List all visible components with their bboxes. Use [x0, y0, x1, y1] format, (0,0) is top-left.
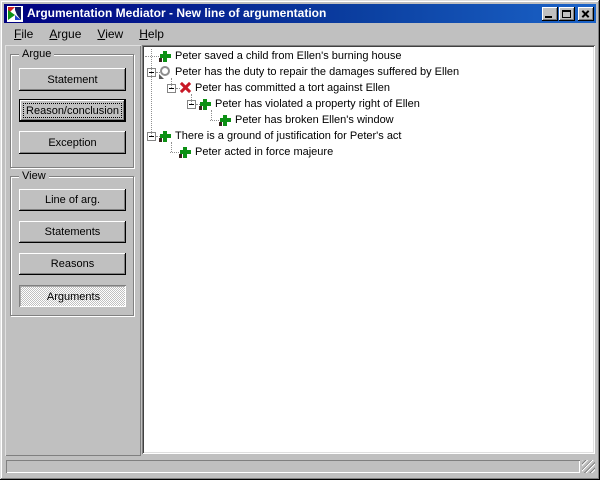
maximize-button[interactable]: [559, 6, 575, 21]
tree-row[interactable]: Peter acted in force majeure: [144, 144, 593, 160]
tree-item-label[interactable]: Peter has violated a property right of E…: [215, 97, 420, 111]
argument-tree-view[interactable]: Peter saved a child from Ellen's burning…: [142, 45, 595, 454]
statement-button[interactable]: Statement: [19, 68, 126, 91]
tree-connector-line: [171, 78, 173, 88]
group-argue-label: Argue: [19, 48, 55, 61]
tree-connector-line: [191, 94, 193, 104]
pro-plus-icon: [159, 129, 172, 142]
title-bar[interactable]: Argumentation Mediator - New line of arg…: [4, 4, 596, 23]
tree-row[interactable]: Peter has committed a tort against Ellen: [144, 80, 593, 96]
tree-item-label[interactable]: Peter has broken Ellen's window: [235, 113, 394, 127]
menu-bar: File Argue View Help: [4, 23, 596, 44]
tree-item-label[interactable]: Peter has the duty to repair the damages…: [175, 65, 459, 79]
resize-grip-icon[interactable]: [582, 460, 595, 473]
tree-row[interactable]: There is a ground of justification for P…: [144, 128, 593, 144]
app-window: Argumentation Mediator - New line of arg…: [0, 0, 600, 480]
tree-item-label[interactable]: Peter acted in force majeure: [195, 145, 333, 159]
menu-item-help[interactable]: Help: [131, 25, 172, 43]
pro-plus-icon: [159, 49, 172, 62]
statements-button[interactable]: Statements: [19, 221, 126, 243]
app-icon: [7, 5, 23, 22]
arguments-button[interactable]: Arguments: [19, 285, 126, 307]
con-x-icon: [179, 81, 192, 94]
tree-item-label[interactable]: Peter has committed a tort against Ellen: [195, 81, 390, 95]
window-controls: [541, 6, 594, 21]
menu-item-argue[interactable]: Argue: [41, 25, 89, 43]
tree-item-label[interactable]: Peter saved a child from Ellen's burning…: [175, 49, 402, 63]
sidebar-panel: Argue Statement Reason/conclusion Exceptio…: [5, 45, 141, 456]
pro-plus-icon: [199, 97, 212, 110]
group-view-label: View: [19, 170, 49, 183]
group-view: View Line of arg. Statements Reasons Argume…: [10, 170, 134, 316]
minimize-icon: [545, 15, 552, 18]
menu-item-view[interactable]: View: [89, 25, 131, 43]
minimize-button[interactable]: [542, 6, 558, 21]
exception-button[interactable]: Exception: [19, 131, 126, 154]
menu-item-file[interactable]: File: [6, 25, 41, 43]
close-button[interactable]: [578, 6, 594, 21]
status-bar: [4, 458, 596, 474]
tree-connector-line: [151, 49, 153, 136]
tree-connector-line: [171, 142, 173, 152]
line-of-arg-button[interactable]: Line of arg.: [19, 189, 126, 211]
status-panel: [6, 460, 580, 473]
tree-row[interactable]: Peter has the duty to repair the damages…: [144, 64, 593, 80]
tree-row[interactable]: Peter saved a child from Ellen's burning…: [144, 48, 593, 64]
reason-conclusion-button[interactable]: Reason/conclusion: [19, 99, 126, 122]
issue-circle-icon: [159, 65, 172, 79]
reasons-button[interactable]: Reasons: [19, 253, 126, 275]
tree-connector-line: [211, 110, 213, 120]
maximize-icon: [562, 9, 571, 18]
tree-item-label[interactable]: There is a ground of justification for P…: [175, 129, 402, 143]
window-title: Argumentation Mediator - New line of arg…: [27, 6, 327, 20]
pro-plus-icon: [179, 145, 192, 158]
pro-plus-icon: [219, 113, 232, 126]
group-argue: Argue Statement Reason/conclusion Exceptio…: [10, 48, 134, 168]
